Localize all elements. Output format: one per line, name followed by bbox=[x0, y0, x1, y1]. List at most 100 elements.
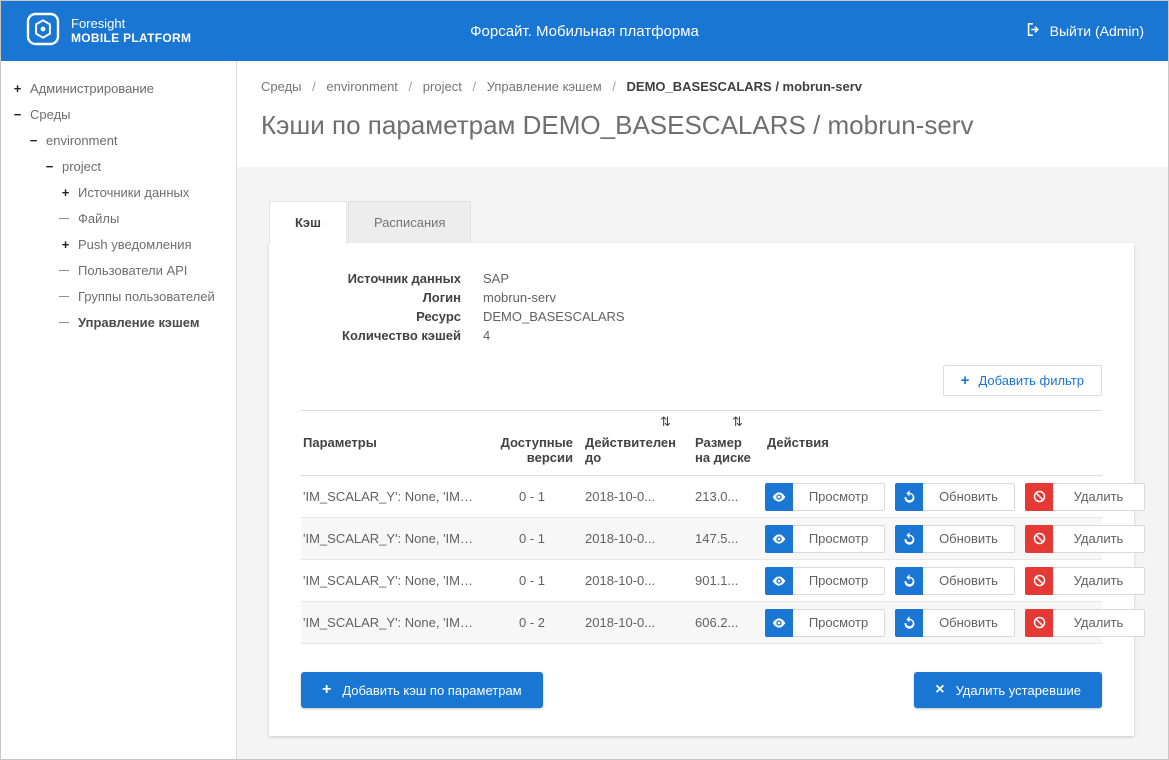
ban-icon bbox=[1025, 567, 1053, 595]
table-row: 'IM_SCALAR_Y': None, 'IM_SCALA... 0 - 1 … bbox=[301, 560, 1102, 602]
sidebar-item-environments[interactable]: − Среды bbox=[1, 101, 236, 127]
cross-icon: × bbox=[935, 682, 944, 698]
breadcrumb: Среды / environment / project / Управлен… bbox=[261, 79, 1144, 94]
cell-size: 901.1... bbox=[693, 567, 757, 594]
cache-card: Источник данных SAP Логин mobrun-serv Ре… bbox=[269, 243, 1134, 736]
column-header-versions: Доступные версии bbox=[489, 411, 575, 475]
breadcrumb-separator: / bbox=[409, 79, 413, 94]
cache-info: Источник данных SAP Логин mobrun-serv Ре… bbox=[301, 269, 1102, 345]
page-title: Кэши по параметрам DEMO_BASESCALARS / mo… bbox=[261, 110, 1144, 141]
cache-table: Параметры Доступные версии ⇅ Действителе… bbox=[301, 410, 1102, 644]
sidebar-item-api-users[interactable]: Пользователи API bbox=[1, 257, 236, 283]
collapse-icon[interactable]: − bbox=[43, 159, 56, 174]
sidebar-item-files[interactable]: Файлы bbox=[1, 205, 236, 231]
plus-icon: + bbox=[961, 372, 970, 389]
tab-schedules[interactable]: Расписания bbox=[348, 201, 471, 243]
info-row-resource: Ресурс DEMO_BASESCALARS bbox=[301, 307, 1102, 326]
breadcrumb-project[interactable]: project bbox=[423, 79, 462, 94]
cell-valid-until: 2018-10-0... bbox=[583, 483, 685, 510]
expand-icon[interactable]: + bbox=[59, 185, 72, 200]
delete-button[interactable]: Удалить bbox=[1025, 483, 1145, 511]
refresh-icon bbox=[895, 567, 923, 595]
breadcrumb-current: DEMO_BASESCALARS / mobrun-serv bbox=[627, 79, 862, 94]
logout-button[interactable]: Выйти (Admin) bbox=[1025, 21, 1144, 41]
cell-versions: 0 - 2 bbox=[489, 609, 575, 636]
sort-icon[interactable]: ⇅ bbox=[732, 414, 743, 429]
table-row: 'IM_SCALAR_Y': None, 'IM_SCALA... 0 - 2 … bbox=[301, 602, 1102, 644]
cell-params: 'IM_SCALAR_Y': None, 'IM_SCALA... bbox=[301, 525, 481, 552]
delete-stale-button[interactable]: × Удалить устаревшие bbox=[914, 672, 1102, 708]
refresh-icon bbox=[895, 483, 923, 511]
table-row: 'IM_SCALAR_Y': None, 'IM_SCALA... 0 - 1 … bbox=[301, 476, 1102, 518]
cell-params: 'IM_SCALAR_Y': None, 'IM_SCALA... bbox=[301, 609, 481, 636]
logo-text-line1: Foresight bbox=[71, 17, 191, 32]
refresh-button[interactable]: Обновить bbox=[895, 483, 1015, 511]
logo-text-line2: MOBILE PLATFORM bbox=[71, 32, 191, 46]
cell-versions: 0 - 1 bbox=[489, 483, 575, 510]
breadcrumb-cache-management[interactable]: Управление кэшем bbox=[487, 79, 602, 94]
view-button[interactable]: Просмотр bbox=[765, 609, 885, 637]
sidebar-item-user-groups[interactable]: Группы пользователей bbox=[1, 283, 236, 309]
sidebar-item-data-sources[interactable]: + Источники данных bbox=[1, 179, 236, 205]
view-button[interactable]: Просмотр bbox=[765, 525, 885, 553]
tab-bar: Кэш Расписания bbox=[269, 201, 1134, 243]
delete-button[interactable]: Удалить bbox=[1025, 525, 1145, 553]
breadcrumb-separator: / bbox=[612, 79, 616, 94]
view-button[interactable]: Просмотр bbox=[765, 483, 885, 511]
expand-icon[interactable]: + bbox=[11, 81, 24, 96]
cell-params: 'IM_SCALAR_Y': None, 'IM_SCALA... bbox=[301, 567, 481, 594]
expand-icon[interactable]: + bbox=[59, 237, 72, 252]
tree-branch-line bbox=[59, 218, 69, 219]
logo: Foresight MOBILE PLATFORM bbox=[25, 11, 345, 52]
column-header-actions: Действия bbox=[765, 411, 1145, 460]
column-header-params: Параметры bbox=[301, 411, 481, 460]
ban-icon bbox=[1025, 483, 1053, 511]
tab-cache[interactable]: Кэш bbox=[269, 201, 347, 244]
breadcrumb-environments[interactable]: Среды bbox=[261, 79, 302, 94]
sidebar-item-push-notifications[interactable]: + Push уведомления bbox=[1, 231, 236, 257]
collapse-icon[interactable]: − bbox=[27, 133, 40, 148]
sidebar-item-environment[interactable]: − environment bbox=[1, 127, 236, 153]
ban-icon bbox=[1025, 609, 1053, 637]
sidebar-tree: + Администрирование − Среды − environmen… bbox=[1, 61, 237, 759]
info-row-login: Логин mobrun-serv bbox=[301, 288, 1102, 307]
cell-size: 213.0... bbox=[693, 483, 757, 510]
page-head: Среды / environment / project / Управлен… bbox=[237, 61, 1168, 167]
cell-params: 'IM_SCALAR_Y': None, 'IM_SCALA... bbox=[301, 483, 481, 510]
cell-valid-until: 2018-10-0... bbox=[583, 525, 685, 552]
refresh-button[interactable]: Обновить bbox=[895, 567, 1015, 595]
table-header-row: Параметры Доступные версии ⇅ Действителе… bbox=[301, 410, 1102, 476]
tree-branch-line bbox=[59, 270, 69, 271]
sidebar-item-cache-management[interactable]: Управление кэшем bbox=[1, 309, 236, 335]
refresh-button[interactable]: Обновить bbox=[895, 525, 1015, 553]
logout-label: Выйти (Admin) bbox=[1050, 23, 1144, 39]
table-row: 'IM_SCALAR_Y': None, 'IM_SCALA... 0 - 1 … bbox=[301, 518, 1102, 560]
delete-button[interactable]: Удалить bbox=[1025, 567, 1145, 595]
breadcrumb-separator: / bbox=[472, 79, 476, 94]
cell-valid-until: 2018-10-0... bbox=[583, 567, 685, 594]
collapse-icon[interactable]: − bbox=[11, 107, 24, 122]
logout-icon bbox=[1025, 21, 1042, 41]
sort-icon[interactable]: ⇅ bbox=[660, 414, 671, 429]
eye-icon bbox=[765, 609, 793, 637]
plus-icon: + bbox=[322, 682, 331, 698]
delete-button[interactable]: Удалить bbox=[1025, 609, 1145, 637]
tree-branch-line bbox=[59, 296, 69, 297]
sidebar-item-project[interactable]: − project bbox=[1, 153, 236, 179]
cell-versions: 0 - 1 bbox=[489, 567, 575, 594]
cell-versions: 0 - 1 bbox=[489, 525, 575, 552]
refresh-button[interactable]: Обновить bbox=[895, 609, 1015, 637]
add-cache-button[interactable]: + Добавить кэш по параметрам bbox=[301, 672, 543, 708]
tree-branch-line bbox=[59, 322, 69, 323]
breadcrumb-environment[interactable]: environment bbox=[326, 79, 398, 94]
cell-valid-until: 2018-10-0... bbox=[583, 609, 685, 636]
column-header-size: ⇅ Размер на диске bbox=[693, 411, 757, 475]
view-button[interactable]: Просмотр bbox=[765, 567, 885, 595]
eye-icon bbox=[765, 567, 793, 595]
column-header-valid-until: ⇅ Действителен до bbox=[583, 411, 685, 475]
eye-icon bbox=[765, 525, 793, 553]
add-filter-button[interactable]: + Добавить фильтр bbox=[943, 365, 1102, 396]
cell-size: 147.5... bbox=[693, 525, 757, 552]
cell-size: 606.2... bbox=[693, 609, 757, 636]
sidebar-item-administration[interactable]: + Администрирование bbox=[1, 75, 236, 101]
